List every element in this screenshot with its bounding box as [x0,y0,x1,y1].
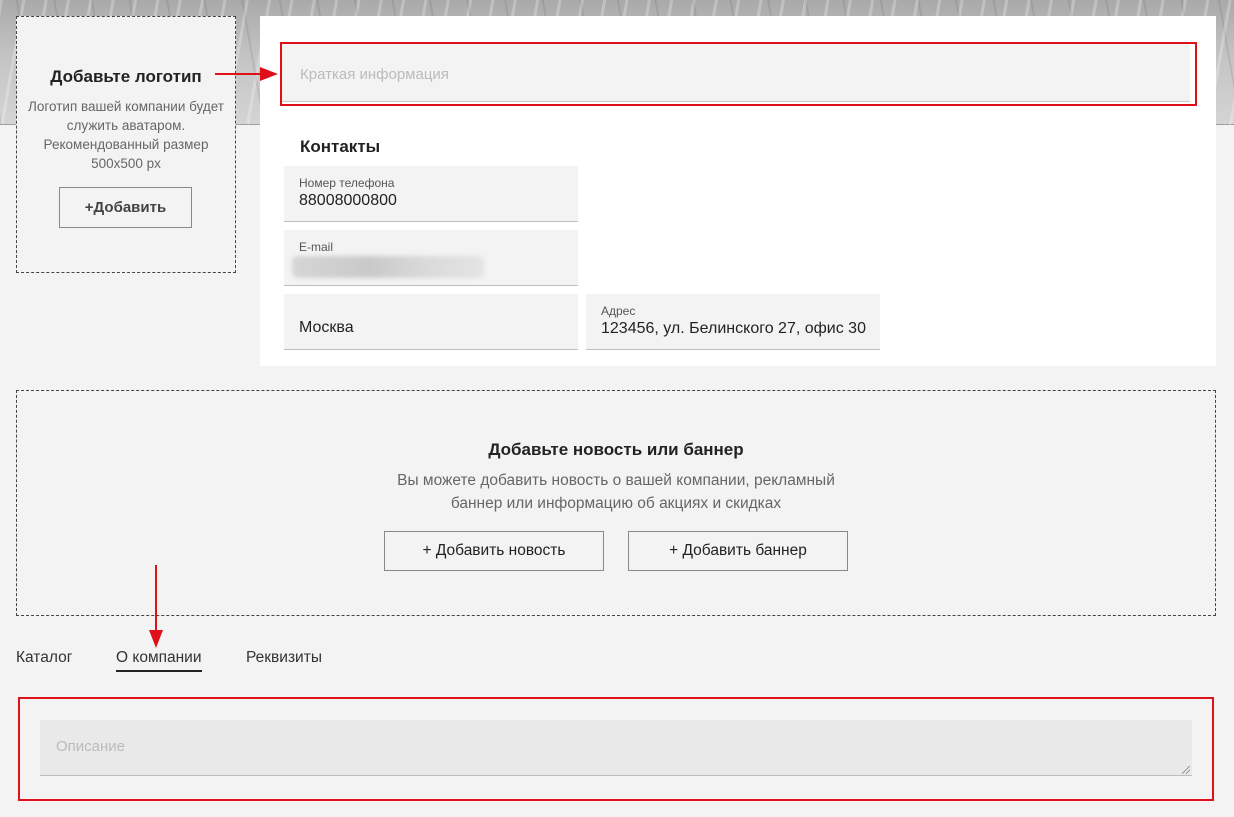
news-description-line-1: Вы можете добавить новость о вашей компа… [397,472,835,489]
tab-about-company[interactable]: О компании [116,649,202,672]
add-news-button[interactable]: + Добавить новость [384,531,604,571]
company-profile-page: Добавьте логотип Логотип вашей компании … [0,0,1234,817]
email-field-label: E-mail [299,240,334,254]
resize-grip-icon[interactable] [1182,766,1190,774]
logo-description: Логотип вашей компании будет служить ава… [28,99,224,171]
add-logo-button[interactable]: +Добавить [59,187,192,228]
phone-field[interactable]: Номер телефона 88008000800 [284,166,578,222]
news-banner-box: Добавьте новость или баннер Вы можете до… [16,390,1216,616]
news-description-line-2: баннер или информацию об акциях и скидка… [450,495,782,512]
tab-catalog[interactable]: Каталог [16,649,72,670]
logo-title: Добавьте логотип [50,67,202,86]
city-field[interactable]: Москва [284,294,578,350]
short-info-highlight [280,42,1197,106]
contacts-title: Контакты [300,137,381,156]
address-field-label: Адрес [601,304,636,318]
add-banner-button[interactable]: + Добавить баннер [628,531,848,571]
news-title: Добавьте новость или баннер [488,440,744,459]
logo-upload-box: Добавьте логотип Логотип вашей компании … [16,16,236,273]
news-description: Вы можете добавить новость о вашей компа… [17,469,1215,515]
tab-requisites[interactable]: Реквизиты [246,649,322,670]
address-field-value: 123456, ул. Белинского 27, офис 30 [601,320,866,337]
description-textarea[interactable]: Описание [40,720,1192,776]
email-field[interactable]: E-mail [284,230,578,286]
city-field-value: Москва [299,319,354,336]
phone-field-label: Номер телефона [299,176,395,190]
phone-field-value: 88008000800 [299,192,397,209]
email-blurred-value [292,256,484,278]
address-field[interactable]: Адрес 123456, ул. Белинского 27, офис 30 [586,294,880,350]
description-highlight: Описание [18,697,1214,801]
